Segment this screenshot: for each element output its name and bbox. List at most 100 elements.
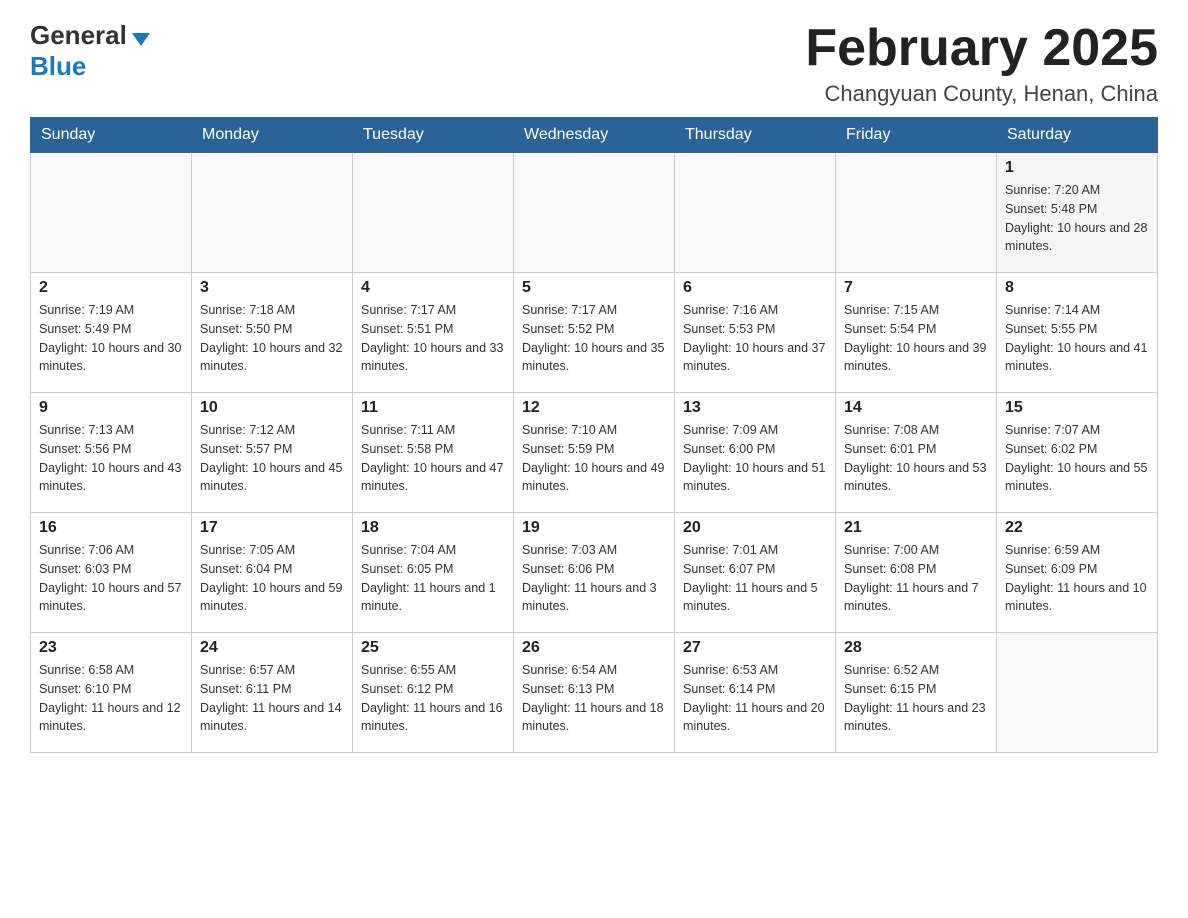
- calendar-cell: 14 Sunrise: 7:08 AMSunset: 6:01 PMDayligh…: [836, 393, 997, 513]
- day-of-week-friday: Friday: [836, 118, 997, 153]
- day-number: 23: [39, 639, 183, 657]
- calendar-cell: [31, 153, 192, 273]
- day-number: 1: [1005, 159, 1149, 177]
- calendar-cell: [997, 633, 1158, 753]
- calendar-cell: 7 Sunrise: 7:15 AMSunset: 5:54 PMDaylight…: [836, 273, 997, 393]
- day-number: 20: [683, 519, 827, 537]
- day-number: 17: [200, 519, 344, 537]
- day-number: 25: [361, 639, 505, 657]
- calendar-cell: 26 Sunrise: 6:54 AMSunset: 6:13 PMDayligh…: [514, 633, 675, 753]
- day-info: Sunrise: 7:09 AMSunset: 6:00 PMDaylight:…: [683, 421, 827, 496]
- logo-blue: Blue: [30, 51, 86, 81]
- day-number: 22: [1005, 519, 1149, 537]
- day-of-week-sunday: Sunday: [31, 118, 192, 153]
- calendar-cell: 16 Sunrise: 7:06 AMSunset: 6:03 PMDayligh…: [31, 513, 192, 633]
- calendar-cell: [192, 153, 353, 273]
- day-number: 9: [39, 399, 183, 417]
- day-info: Sunrise: 7:01 AMSunset: 6:07 PMDaylight:…: [683, 541, 827, 616]
- calendar-cell: 9 Sunrise: 7:13 AMSunset: 5:56 PMDaylight…: [31, 393, 192, 513]
- calendar-cell: [514, 153, 675, 273]
- day-info: Sunrise: 7:12 AMSunset: 5:57 PMDaylight:…: [200, 421, 344, 496]
- day-info: Sunrise: 7:20 AMSunset: 5:48 PMDaylight:…: [1005, 181, 1149, 256]
- day-number: 19: [522, 519, 666, 537]
- calendar-cell: 28 Sunrise: 6:52 AMSunset: 6:15 PMDayligh…: [836, 633, 997, 753]
- day-number: 15: [1005, 399, 1149, 417]
- day-info: Sunrise: 6:57 AMSunset: 6:11 PMDaylight:…: [200, 661, 344, 736]
- day-number: 16: [39, 519, 183, 537]
- day-info: Sunrise: 7:13 AMSunset: 5:56 PMDaylight:…: [39, 421, 183, 496]
- day-info: Sunrise: 7:18 AMSunset: 5:50 PMDaylight:…: [200, 301, 344, 376]
- day-number: 5: [522, 279, 666, 297]
- calendar-week-row: 1 Sunrise: 7:20 AMSunset: 5:48 PMDaylight…: [31, 153, 1158, 273]
- location-subtitle: Changyuan County, Henan, China: [805, 81, 1158, 107]
- day-info: Sunrise: 7:05 AMSunset: 6:04 PMDaylight:…: [200, 541, 344, 616]
- day-number: 3: [200, 279, 344, 297]
- calendar-cell: 24 Sunrise: 6:57 AMSunset: 6:11 PMDayligh…: [192, 633, 353, 753]
- calendar-cell: 5 Sunrise: 7:17 AMSunset: 5:52 PMDaylight…: [514, 273, 675, 393]
- day-info: Sunrise: 7:10 AMSunset: 5:59 PMDaylight:…: [522, 421, 666, 496]
- day-info: Sunrise: 7:17 AMSunset: 5:52 PMDaylight:…: [522, 301, 666, 376]
- day-info: Sunrise: 6:59 AMSunset: 6:09 PMDaylight:…: [1005, 541, 1149, 616]
- calendar-cell: 11 Sunrise: 7:11 AMSunset: 5:58 PMDayligh…: [353, 393, 514, 513]
- day-number: 27: [683, 639, 827, 657]
- day-info: Sunrise: 6:58 AMSunset: 6:10 PMDaylight:…: [39, 661, 183, 736]
- day-info: Sunrise: 7:17 AMSunset: 5:51 PMDaylight:…: [361, 301, 505, 376]
- day-info: Sunrise: 7:08 AMSunset: 6:01 PMDaylight:…: [844, 421, 988, 496]
- calendar-cell: 17 Sunrise: 7:05 AMSunset: 6:04 PMDayligh…: [192, 513, 353, 633]
- day-info: Sunrise: 7:07 AMSunset: 6:02 PMDaylight:…: [1005, 421, 1149, 496]
- calendar-cell: [353, 153, 514, 273]
- calendar-week-row: 2Sunrise: 7:19 AMSunset: 5:49 PMDaylight…: [31, 273, 1158, 393]
- day-info: Sunrise: 7:00 AMSunset: 6:08 PMDaylight:…: [844, 541, 988, 616]
- day-number: 7: [844, 279, 988, 297]
- calendar-cell: 15 Sunrise: 7:07 AMSunset: 6:02 PMDayligh…: [997, 393, 1158, 513]
- logo: General Blue: [30, 20, 150, 82]
- day-info: Sunrise: 6:53 AMSunset: 6:14 PMDaylight:…: [683, 661, 827, 736]
- day-info: Sunrise: 6:54 AMSunset: 6:13 PMDaylight:…: [522, 661, 666, 736]
- day-info: Sunrise: 7:06 AMSunset: 6:03 PMDaylight:…: [39, 541, 183, 616]
- calendar-header-row: SundayMondayTuesdayWednesdayThursdayFrid…: [31, 118, 1158, 153]
- calendar-cell: 20 Sunrise: 7:01 AMSunset: 6:07 PMDayligh…: [675, 513, 836, 633]
- day-info: Sunrise: 7:15 AMSunset: 5:54 PMDaylight:…: [844, 301, 988, 376]
- calendar-cell: 12Sunrise: 7:10 AMSunset: 5:59 PMDayligh…: [514, 393, 675, 513]
- day-info: Sunrise: 7:19 AMSunset: 5:49 PMDaylight:…: [39, 301, 183, 376]
- calendar-cell: 6 Sunrise: 7:16 AMSunset: 5:53 PMDaylight…: [675, 273, 836, 393]
- day-of-week-thursday: Thursday: [675, 118, 836, 153]
- day-number: 8: [1005, 279, 1149, 297]
- calendar-cell: 13 Sunrise: 7:09 AMSunset: 6:00 PMDayligh…: [675, 393, 836, 513]
- day-of-week-monday: Monday: [192, 118, 353, 153]
- calendar-cell: 4Sunrise: 7:17 AMSunset: 5:51 PMDaylight…: [353, 273, 514, 393]
- calendar-cell: 22 Sunrise: 6:59 AMSunset: 6:09 PMDayligh…: [997, 513, 1158, 633]
- page-header: General Blue February 2025 Changyuan Cou…: [30, 20, 1158, 107]
- day-info: Sunrise: 6:52 AMSunset: 6:15 PMDaylight:…: [844, 661, 988, 736]
- calendar-cell: [675, 153, 836, 273]
- day-number: 28: [844, 639, 988, 657]
- day-number: 21: [844, 519, 988, 537]
- calendar-week-row: 16 Sunrise: 7:06 AMSunset: 6:03 PMDayligh…: [31, 513, 1158, 633]
- calendar-week-row: 9 Sunrise: 7:13 AMSunset: 5:56 PMDaylight…: [31, 393, 1158, 513]
- day-of-week-wednesday: Wednesday: [514, 118, 675, 153]
- day-number: 13: [683, 399, 827, 417]
- calendar-cell: 19 Sunrise: 7:03 AMSunset: 6:06 PMDayligh…: [514, 513, 675, 633]
- day-of-week-saturday: Saturday: [997, 118, 1158, 153]
- calendar-cell: 3 Sunrise: 7:18 AMSunset: 5:50 PMDaylight…: [192, 273, 353, 393]
- day-info: Sunrise: 7:14 AMSunset: 5:55 PMDaylight:…: [1005, 301, 1149, 376]
- day-number: 6: [683, 279, 827, 297]
- logo-general: General: [30, 20, 127, 51]
- day-info: Sunrise: 7:04 AMSunset: 6:05 PMDaylight:…: [361, 541, 505, 616]
- calendar-cell: 27 Sunrise: 6:53 AMSunset: 6:14 PMDayligh…: [675, 633, 836, 753]
- calendar-cell: 2Sunrise: 7:19 AMSunset: 5:49 PMDaylight…: [31, 273, 192, 393]
- calendar-table: SundayMondayTuesdayWednesdayThursdayFrid…: [30, 117, 1158, 753]
- day-number: 14: [844, 399, 988, 417]
- day-number: 11: [361, 399, 505, 417]
- calendar-cell: 1 Sunrise: 7:20 AMSunset: 5:48 PMDaylight…: [997, 153, 1158, 273]
- day-info: Sunrise: 7:16 AMSunset: 5:53 PMDaylight:…: [683, 301, 827, 376]
- calendar-cell: 25Sunrise: 6:55 AMSunset: 6:12 PMDayligh…: [353, 633, 514, 753]
- day-info: Sunrise: 7:03 AMSunset: 6:06 PMDaylight:…: [522, 541, 666, 616]
- day-number: 26: [522, 639, 666, 657]
- calendar-cell: 10Sunrise: 7:12 AMSunset: 5:57 PMDayligh…: [192, 393, 353, 513]
- calendar-cell: 8 Sunrise: 7:14 AMSunset: 5:55 PMDaylight…: [997, 273, 1158, 393]
- day-of-week-tuesday: Tuesday: [353, 118, 514, 153]
- day-number: 24: [200, 639, 344, 657]
- calendar-cell: 23 Sunrise: 6:58 AMSunset: 6:10 PMDayligh…: [31, 633, 192, 753]
- day-info: Sunrise: 7:11 AMSunset: 5:58 PMDaylight:…: [361, 421, 505, 496]
